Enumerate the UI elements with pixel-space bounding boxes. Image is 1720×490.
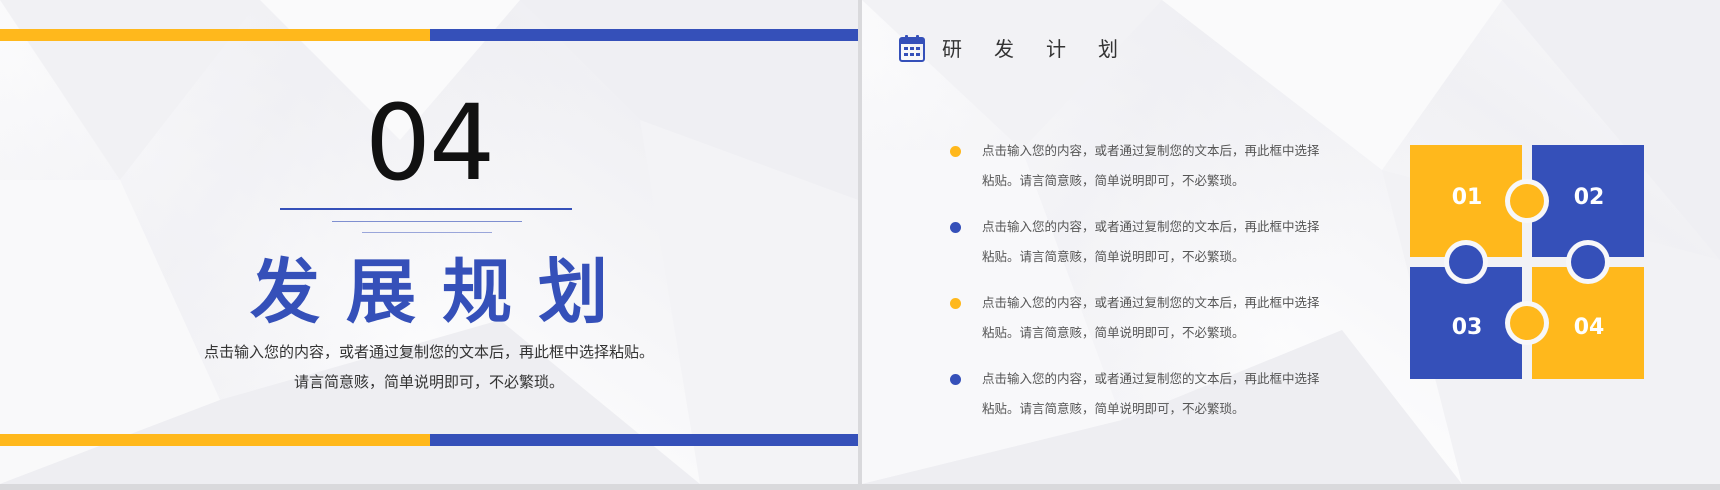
puzzle-graphic: 01 02 03 04 xyxy=(1410,145,1650,385)
puzzle-label-02: 02 xyxy=(1573,185,1605,210)
bullet-dot xyxy=(950,374,961,385)
bottom-bar-yellow xyxy=(0,434,430,446)
item-text-line: 粘贴。请言简意赅，简单说明即可，不必繁琐。 xyxy=(982,325,1245,340)
puzzle-label-04: 04 xyxy=(1573,315,1605,340)
puzzle-tab xyxy=(1571,245,1605,279)
divider-line xyxy=(332,221,522,222)
top-bar-blue xyxy=(430,29,858,41)
description-line: 请言简意赅，简单说明即可，不必繁琐。 xyxy=(293,373,564,391)
bottom-bar-blue xyxy=(430,434,858,446)
puzzle-tab xyxy=(1449,245,1483,279)
item-text-line: 粘贴。请言简意赅，简单说明即可，不必繁琐。 xyxy=(982,173,1245,188)
description-line: 点击输入您的内容，或者通过复制您的文本后，再此框中选择粘贴。 xyxy=(203,343,654,361)
bullet-dot xyxy=(950,146,961,157)
slide-left: 04 发展规划 点击输入您的内容，或者通过复制您的文本后，再此框中选择粘贴。 请… xyxy=(0,0,858,484)
item-text-line: 点击输入您的内容，或者通过复制您的文本后，再此框中选择 xyxy=(982,219,1320,234)
divider-line xyxy=(280,208,572,210)
bullet-dot xyxy=(950,298,961,309)
calendar-icon xyxy=(899,35,925,62)
bullet-dot xyxy=(950,222,961,233)
item-text-line: 点击输入您的内容，或者通过复制您的文本后，再此框中选择 xyxy=(982,143,1320,158)
section-title: 发展规划 xyxy=(250,251,634,333)
item-text-line: 粘贴。请言简意赅，简单说明即可，不必繁琐。 xyxy=(982,401,1245,416)
item-text-line: 粘贴。请言简意赅，简单说明即可，不必繁琐。 xyxy=(982,249,1245,264)
section-number: 04 xyxy=(364,82,495,204)
puzzle-label-03: 03 xyxy=(1451,315,1483,340)
item-text-line: 点击输入您的内容，或者通过复制您的文本后，再此框中选择 xyxy=(982,371,1320,386)
slide-right: 研发计划 点击输入您的内容，或者通过复制您的文本后，再此框中选择 粘贴。请言简意… xyxy=(862,0,1720,484)
top-bar-yellow xyxy=(0,29,430,41)
item-text-line: 点击输入您的内容，或者通过复制您的文本后，再此框中选择 xyxy=(982,295,1320,310)
puzzle-label-01: 01 xyxy=(1451,185,1483,210)
divider-line xyxy=(362,232,492,233)
background-polygons xyxy=(0,0,858,484)
plan-title: 研发计划 xyxy=(942,37,1150,61)
